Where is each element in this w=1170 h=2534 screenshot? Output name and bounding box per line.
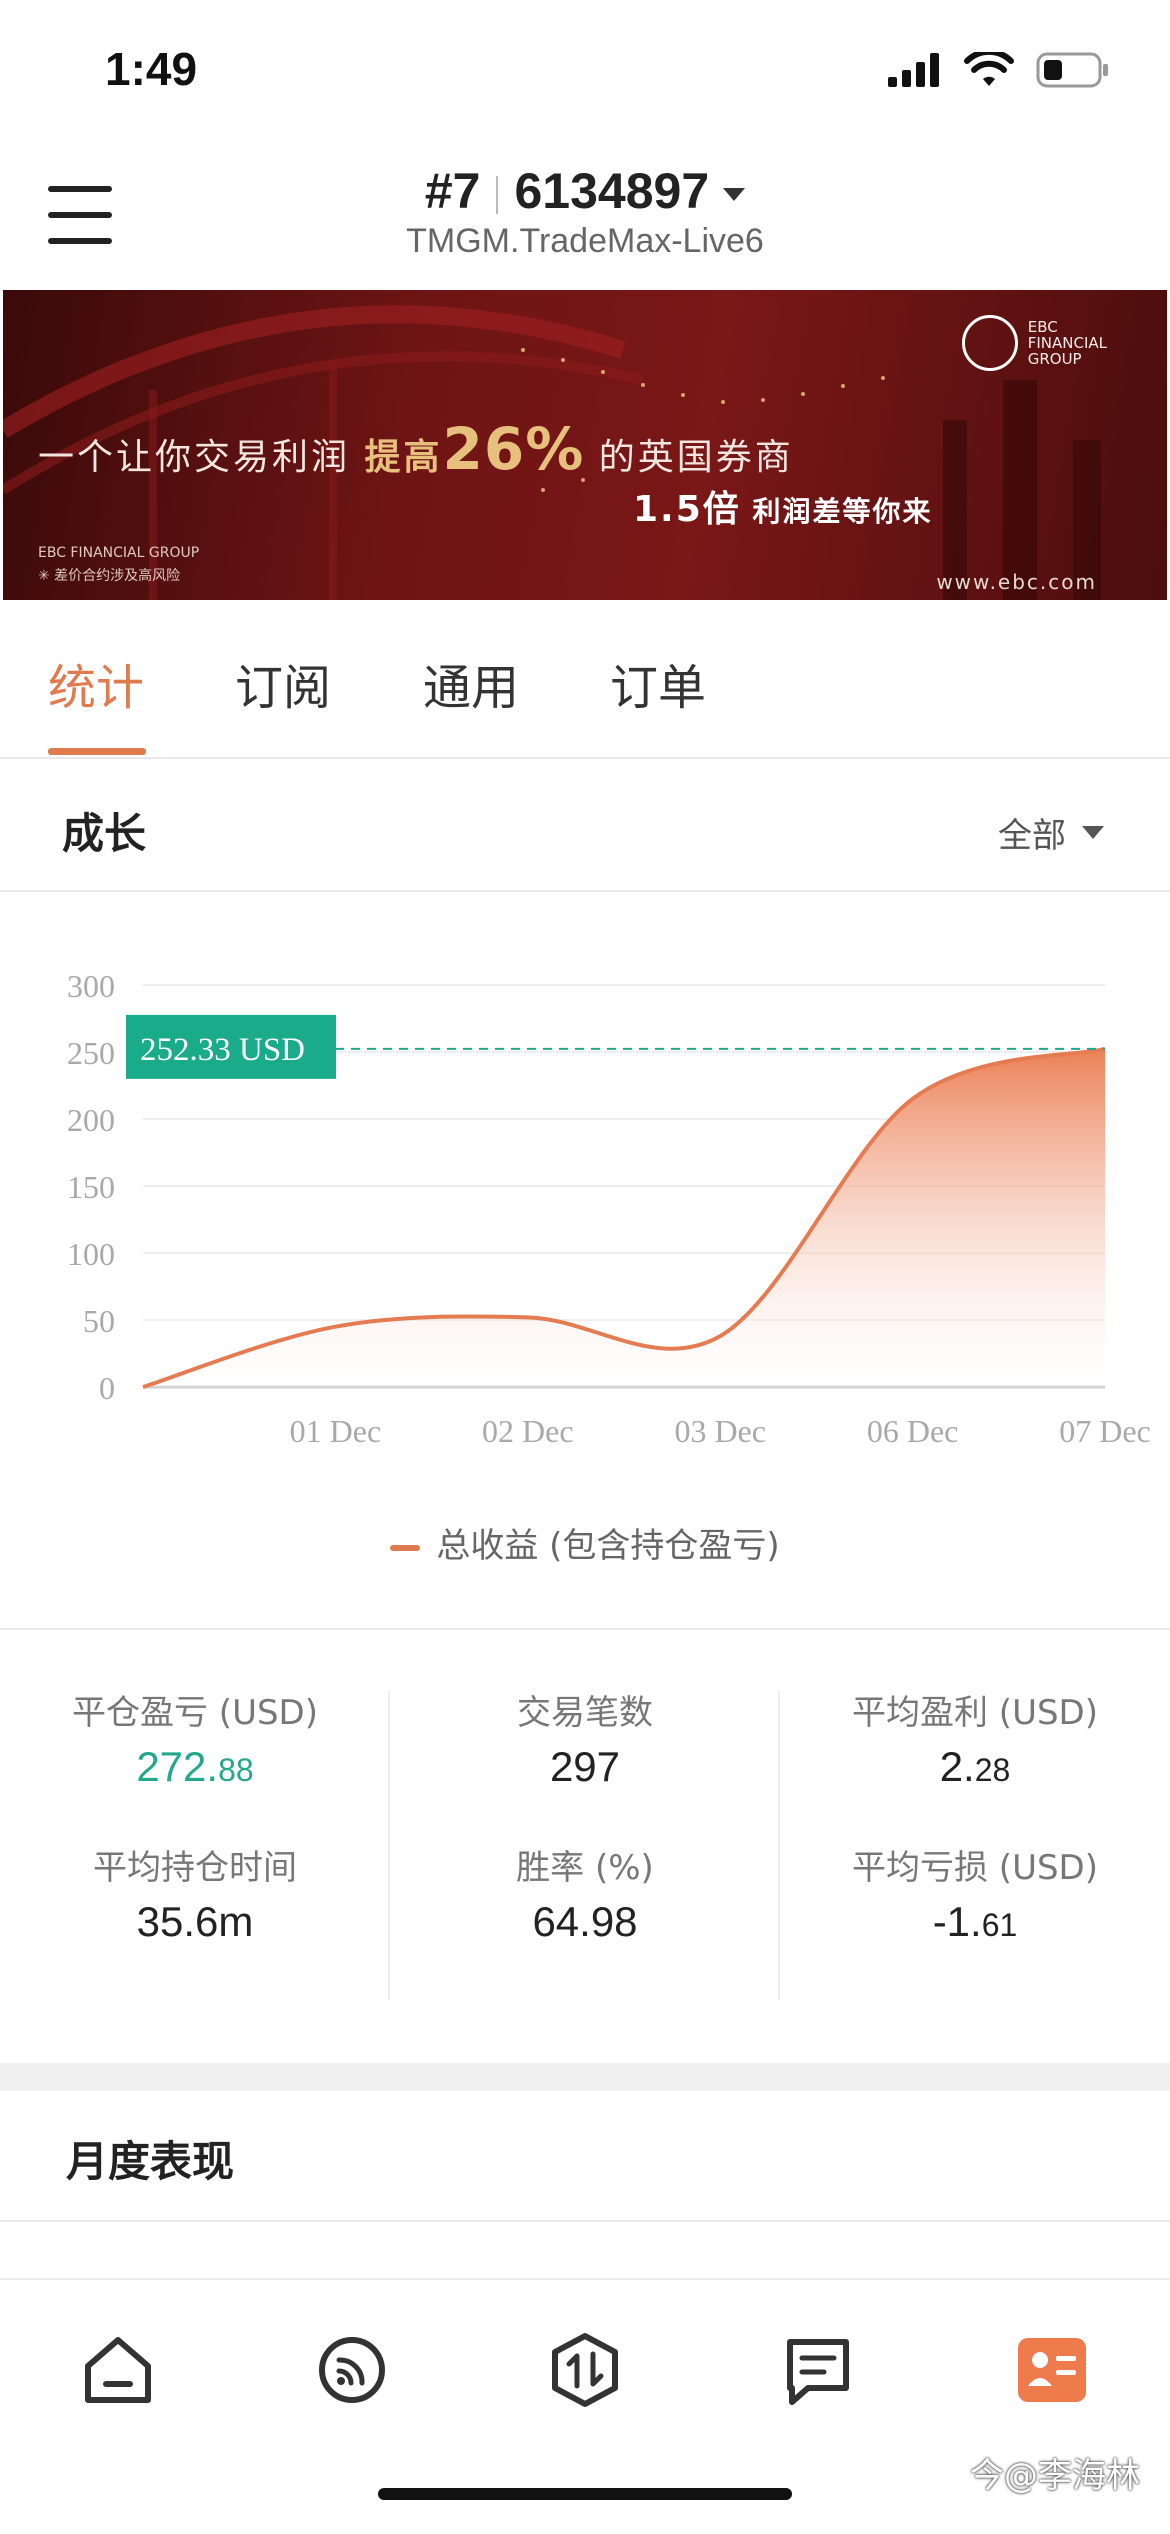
section-gap [0, 2063, 1170, 2091]
stat-closed-pnl-label: 平仓盈亏 (USD) [72, 1693, 318, 1733]
divider [0, 2220, 1170, 2222]
stat-closed-pnl-value: 272.88 [136, 1743, 254, 1790]
home-icon[interactable] [78, 2330, 158, 2410]
stat-avg-profit-label: 平均盈利 (USD) [852, 1693, 1098, 1733]
x-tick-label: 06 Dec [867, 1413, 959, 1449]
y-tick-label: 100 [67, 1236, 115, 1272]
news-icon[interactable] [778, 2330, 858, 2410]
home-indicator [378, 2488, 792, 2500]
server-name: TMGM.TradeMax-Live6 [406, 222, 764, 260]
tab-orders[interactable]: 订单 [610, 648, 706, 718]
stat-avg-profit-value: 2.28 [939, 1743, 1011, 1790]
tab-general[interactable]: 通用 [423, 648, 519, 718]
active-tab-indicator [48, 748, 146, 755]
x-tick-label: 03 Dec [674, 1413, 766, 1449]
stats-grid: 平仓盈亏 (USD) 272.88 交易笔数 297 平均盈利 (USD) 2.… [0, 1635, 1170, 2035]
stat-avg-loss-label: 平均亏损 (USD) [852, 1848, 1098, 1888]
ebc-logo: EBC FINANCIAL GROUP [961, 315, 1107, 371]
legend-label: 总收益 (包含持仓盈亏) [436, 1526, 780, 1566]
headline-suffix: 的英国券商 [598, 437, 794, 478]
stat-avg-hold-value: 35.6m [136, 1898, 254, 1945]
divider [0, 1628, 1170, 1630]
tab-statistics[interactable]: 统计 [48, 648, 144, 718]
stat-divider [388, 1690, 390, 2000]
ebc-logo-icon [961, 315, 1018, 371]
y-tick-label: 50 [83, 1303, 115, 1339]
growth-filter-dropdown[interactable]: 全部 [998, 808, 1104, 857]
stat-win-rate-value: 64.98 [532, 1898, 638, 1945]
tab-subscribe[interactable]: 订阅 [235, 648, 331, 718]
latest-value-label: 252.33 USD [140, 1032, 305, 1068]
y-tick-label: 150 [67, 1169, 115, 1205]
y-tick-label: 200 [67, 1102, 115, 1138]
y-tick-label: 300 [67, 968, 115, 1004]
sub-multiplier: 1.5倍 [633, 489, 741, 530]
account-selector[interactable]: #7 6134897 [0, 162, 1170, 220]
logo-text-1: EBC [1027, 318, 1058, 336]
y-tick-label: 0 [99, 1370, 115, 1406]
legend-swatch [390, 1544, 421, 1551]
growth-filter-label: 全部 [998, 816, 1066, 856]
banner-url: www.ebc.com [936, 570, 1097, 594]
trade-icon[interactable] [545, 2330, 625, 2410]
chevron-down-icon [1082, 826, 1104, 839]
stat-divider [778, 1690, 780, 2000]
status-icons [888, 52, 1110, 88]
growth-chart: 0 50 100 150 200 250 300 01 Dec 02 Dec 03 Dec 06 … [67, 968, 1151, 1449]
divider [0, 757, 1170, 759]
banner-footer-brand: EBC FINANCIAL GROUP [38, 545, 200, 561]
stat-avg-hold-label: 平均持仓时间 [93, 1848, 297, 1888]
sub-text: 利润差等你来 [752, 495, 933, 528]
headline-highlight: 提高 [364, 437, 443, 478]
banner-headline: 一个让你交易利润 提高26% 的英国券商 [38, 415, 794, 483]
account-number: 6134897 [514, 163, 710, 219]
cellular-signal-icon [888, 53, 939, 87]
tab-bar: 统计 订阅 通用 订单 [0, 600, 1170, 760]
banner-risk-warning: ✳ 差价合约涉及高风险 [38, 568, 181, 584]
signal-icon[interactable] [312, 2330, 392, 2410]
chevron-down-icon [723, 188, 746, 202]
x-tick-label: 02 Dec [482, 1413, 574, 1449]
wifi-icon [964, 52, 1014, 86]
stat-win-rate-label: 胜率 (%) [516, 1848, 654, 1888]
stat-trades-label: 交易笔数 [517, 1693, 653, 1733]
logo-text-2: FINANCIAL [1027, 334, 1107, 352]
profile-card-icon[interactable] [1012, 2330, 1092, 2410]
growth-title: 成长 [62, 809, 147, 858]
headline-percent: 26% [442, 415, 585, 483]
promo-banner[interactable]: EBC FINANCIAL GROUP 一个让你交易利润 提高26% 的英国券商… [3, 290, 1167, 600]
x-tick-label: 01 Dec [290, 1413, 382, 1449]
divider [0, 890, 1170, 892]
banner-subline: 1.5倍 利润差等你来 [633, 480, 933, 532]
battery-icon [1036, 52, 1108, 88]
chart-legend[interactable]: 总收益 (包含持仓盈亏) [0, 1518, 1170, 1567]
watermark: 今@李海林 [970, 2456, 1140, 2496]
y-tick-label: 250 [67, 1035, 115, 1071]
stat-trades-value: 297 [549, 1743, 621, 1790]
monthly-performance-title: 月度表现 [66, 2137, 235, 2186]
stat-avg-loss-value: -1.61 [932, 1898, 1018, 1945]
account-rank: #7 [424, 163, 481, 219]
logo-text-3: GROUP [1027, 350, 1082, 368]
headline-prefix: 一个让你交易利润 [38, 437, 351, 478]
x-tick-label: 07 Dec [1059, 1413, 1151, 1449]
status-time: 1:49 [105, 43, 198, 95]
